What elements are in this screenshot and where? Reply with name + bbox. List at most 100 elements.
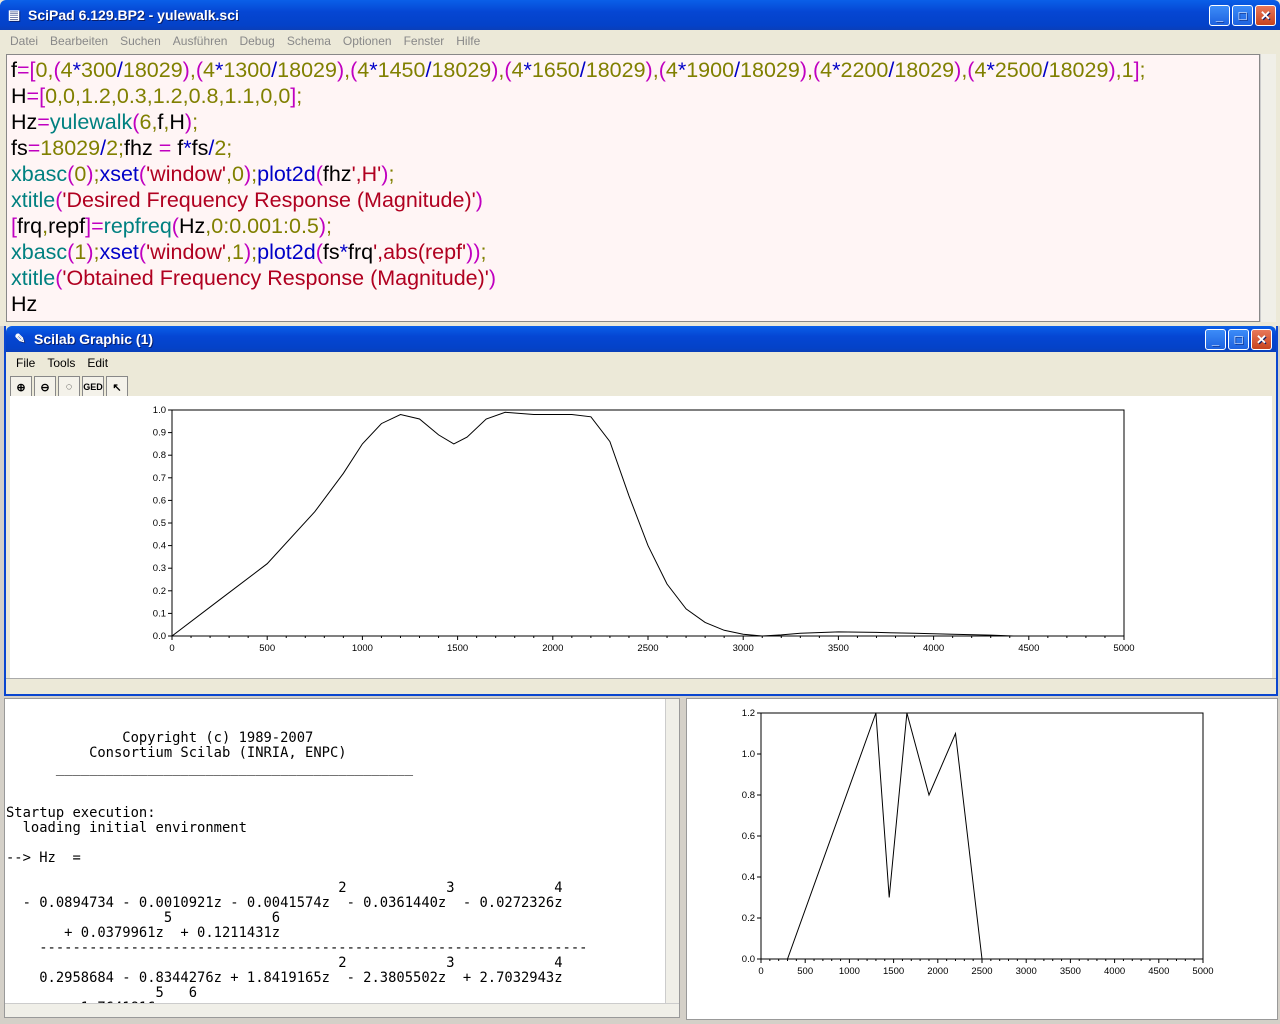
series-line bbox=[761, 712, 1203, 960]
menu-optionen[interactable]: Optionen bbox=[337, 34, 398, 48]
scilab-console[interactable]: Copyright (c) 1989-2007 Consortium Scila… bbox=[4, 698, 680, 1018]
console-line: ________________________________________… bbox=[6, 760, 414, 776]
code-line[interactable]: xtitle('Desired Frequency Response (Magn… bbox=[11, 187, 1255, 213]
y-tick-label: 0.7 bbox=[153, 473, 166, 484]
code-line[interactable]: [frq,repf]=repfreq(Hz,0:0.001:0.5); bbox=[11, 213, 1255, 239]
x-tick-label: 5000 bbox=[1192, 966, 1213, 977]
y-tick-label: 1.0 bbox=[742, 749, 755, 760]
code-line[interactable]: f=[0,(4*300/18029),(4*1300/18029),(4*145… bbox=[11, 57, 1255, 83]
rotate-icon[interactable]: ◌ bbox=[58, 376, 80, 398]
console-line: --> Hz = bbox=[6, 850, 81, 866]
x-tick-label: 3000 bbox=[1016, 966, 1037, 977]
x-tick-label: 1500 bbox=[883, 966, 904, 977]
graphic-close-button[interactable]: ✕ bbox=[1251, 329, 1272, 350]
console-line: 2 3 4 bbox=[6, 955, 563, 971]
graphic-statusbar bbox=[6, 678, 1276, 694]
menu-file[interactable]: File bbox=[10, 356, 41, 370]
y-tick-label: 0.6 bbox=[742, 831, 755, 842]
code-line[interactable]: H=[0,0,1.2,0.3,1.2,0.8,1.1,0,0]; bbox=[11, 83, 1255, 109]
menu-edit[interactable]: Edit bbox=[81, 356, 114, 370]
console-vscrollbar[interactable] bbox=[665, 699, 679, 1017]
x-tick-label: 4500 bbox=[1148, 966, 1169, 977]
menu-datei[interactable]: Datei bbox=[4, 34, 44, 48]
y-tick-label: 0.8 bbox=[153, 450, 166, 461]
editor-scrollbar[interactable] bbox=[1260, 54, 1276, 322]
x-tick-label: 500 bbox=[797, 966, 813, 977]
y-tick-label: 1.2 bbox=[742, 708, 755, 719]
graphic-minimize-button[interactable]: _ bbox=[1205, 329, 1226, 350]
scipad-titlebar[interactable]: ▤ SciPad 6.129.BP2 - yulewalk.sci _ □ ✕ bbox=[0, 0, 1280, 30]
x-tick-label: 3000 bbox=[733, 643, 754, 654]
scipad-title: SciPad 6.129.BP2 - yulewalk.sci bbox=[28, 7, 239, 23]
minimize-button[interactable]: _ bbox=[1209, 5, 1230, 26]
code-line[interactable]: xtitle('Obtained Frequency Response (Mag… bbox=[11, 265, 1255, 291]
console-line: 0.2958684 - 0.8344276z + 1.8419165z - 2.… bbox=[6, 970, 563, 986]
code-line[interactable]: xbasc(0);xset('window',0);plot2d(fhz',H'… bbox=[11, 161, 1255, 187]
y-tick-label: 0.0 bbox=[153, 631, 166, 642]
y-tick-label: 0.6 bbox=[153, 495, 166, 506]
menu-ausfuehren[interactable]: Ausführen bbox=[167, 34, 234, 48]
code-line[interactable]: Hz bbox=[11, 291, 1255, 317]
graphic-menubar: File Tools Edit bbox=[6, 352, 1276, 374]
obtained-response-chart: Obtained Frequency Response (Magnitude)0… bbox=[153, 384, 1135, 654]
zoom-out-icon[interactable]: ⊖ bbox=[34, 376, 56, 398]
code-line[interactable]: Hz=yulewalk(6,f,H); bbox=[11, 109, 1255, 135]
console-line: Consortium Scilab (INRIA, ENPC) bbox=[6, 745, 347, 761]
menu-suchen[interactable]: Suchen bbox=[114, 34, 167, 48]
x-tick-label: 4500 bbox=[1018, 643, 1039, 654]
scipad-app-icon: ▤ bbox=[7, 7, 21, 22]
menu-schema[interactable]: Schema bbox=[281, 34, 337, 48]
desired-response-plot[interactable]: 0 500 1000 1500 2000 2500 3000 3500 4000 4500 5000… bbox=[686, 698, 1278, 1020]
scipad-menubar: Datei Bearbeiten Suchen Ausführen Debug … bbox=[0, 30, 1280, 52]
pointer-icon[interactable]: ↖ bbox=[106, 376, 128, 398]
console-line: 5 6 bbox=[6, 910, 281, 926]
y-tick-label: 0.8 bbox=[742, 790, 755, 801]
y-tick-label: 0.2 bbox=[742, 913, 755, 924]
x-tick-label: 3500 bbox=[828, 643, 849, 654]
plot-frame bbox=[760, 712, 1204, 960]
x-tick-label: 1000 bbox=[352, 643, 373, 654]
x-tick-label: 3500 bbox=[1060, 966, 1081, 977]
code-editor[interactable]: f=[0,(4*300/18029),(4*1300/18029),(4*145… bbox=[6, 54, 1260, 322]
console-line: + 0.0379961z + 0.1211431z bbox=[6, 925, 281, 941]
x-tick-label: 0 bbox=[169, 643, 174, 654]
console-line: loading initial environment bbox=[6, 820, 247, 836]
x-tick-label: 1500 bbox=[447, 643, 468, 654]
maximize-button[interactable]: □ bbox=[1232, 5, 1253, 26]
menu-tools[interactable]: Tools bbox=[41, 356, 81, 370]
x-tick-label: 2000 bbox=[542, 643, 563, 654]
zoom-in-icon[interactable]: ⊕ bbox=[10, 376, 32, 398]
scilab-app-icon: ✎ bbox=[14, 331, 26, 346]
menu-fenster[interactable]: Fenster bbox=[398, 34, 451, 48]
menu-debug[interactable]: Debug bbox=[233, 34, 280, 48]
console-line: Copyright (c) 1989-2007 bbox=[6, 730, 314, 746]
code-line[interactable]: xbasc(1);xset('window',1);plot2d(fs*frq'… bbox=[11, 239, 1255, 265]
graphic-titlebar[interactable]: ✎ Scilab Graphic (1) _ □ ✕ bbox=[6, 326, 1276, 352]
y-tick-label: 0.4 bbox=[742, 872, 755, 883]
y-tick-label: 0.0 bbox=[742, 954, 755, 965]
close-button[interactable]: ✕ bbox=[1255, 5, 1276, 26]
x-tick-label: 0 bbox=[758, 966, 763, 977]
plot-frame bbox=[171, 409, 1125, 637]
plot-canvas[interactable]: Obtained Frequency Response (Magnitude)0… bbox=[10, 384, 1272, 678]
console-hscrollbar[interactable] bbox=[5, 1003, 679, 1017]
console-line: 5 6 bbox=[6, 985, 198, 1001]
ged-button[interactable]: GED bbox=[82, 376, 104, 398]
y-tick-label: 0.3 bbox=[153, 563, 166, 574]
menu-hilfe[interactable]: Hilfe bbox=[450, 34, 486, 48]
x-tick-label: 2500 bbox=[971, 966, 992, 977]
console-line: ----------------------------------------… bbox=[6, 940, 588, 956]
graphic-maximize-button[interactable]: □ bbox=[1228, 329, 1249, 350]
desired-response-chart: 0 500 1000 1500 2000 2500 3000 3500 4000 4500 5000… bbox=[742, 708, 1214, 977]
y-tick-label: 0.5 bbox=[153, 518, 166, 529]
menu-bearbeiten[interactable]: Bearbeiten bbox=[44, 34, 114, 48]
graphic-title: Scilab Graphic (1) bbox=[34, 331, 154, 347]
console-line: 2 3 4 bbox=[6, 880, 563, 896]
x-tick-label: 5000 bbox=[1113, 643, 1134, 654]
x-tick-label: 2000 bbox=[927, 966, 948, 977]
x-tick-label: 2500 bbox=[637, 643, 658, 654]
code-line[interactable]: fs=18029/2;fhz = f*fs/2; bbox=[11, 135, 1255, 161]
